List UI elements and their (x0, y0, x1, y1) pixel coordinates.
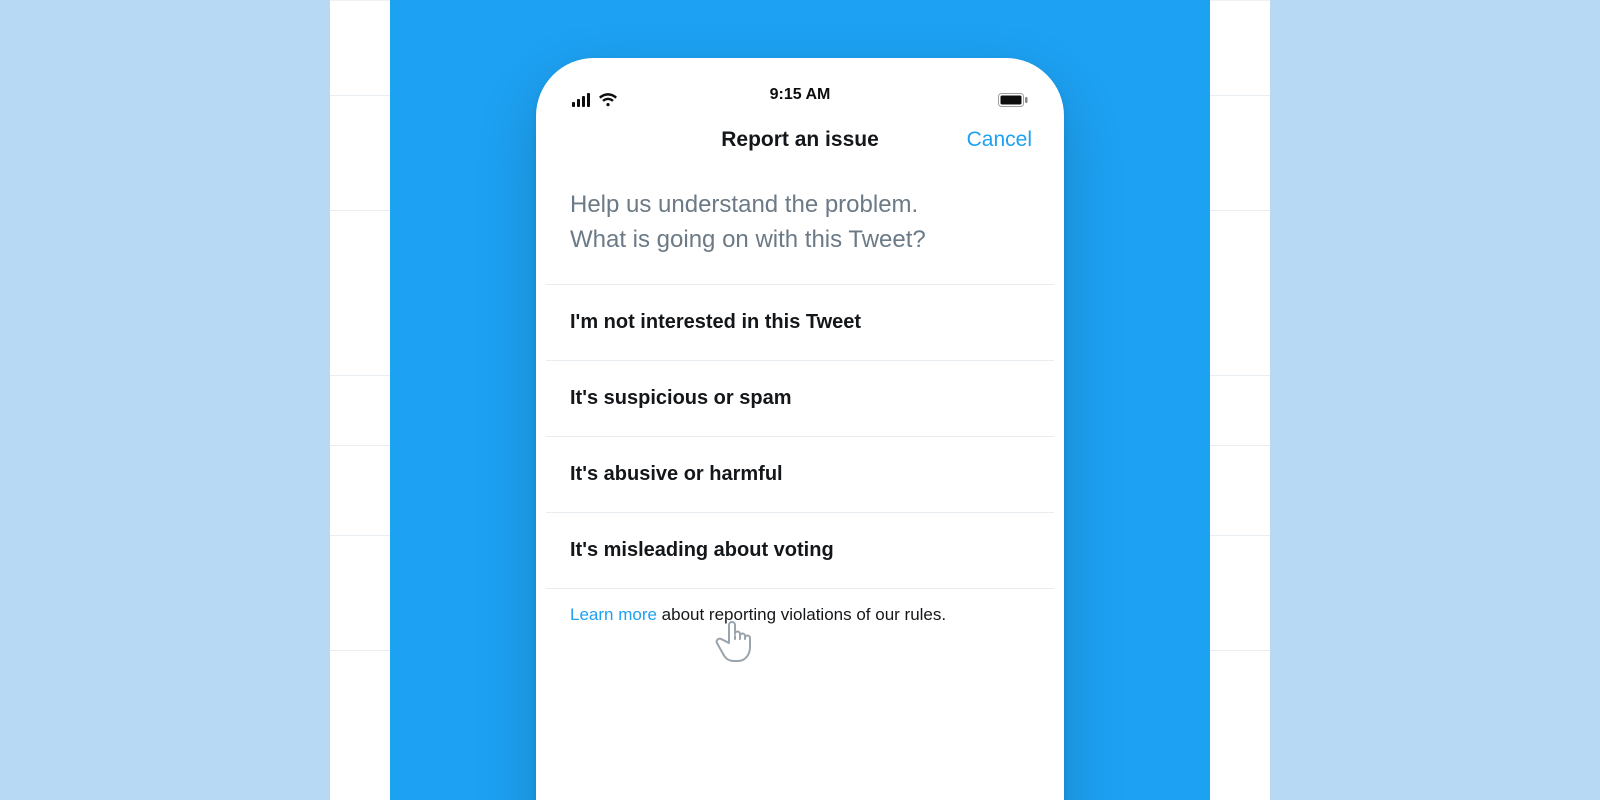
option-label: It's misleading about voting (570, 539, 834, 561)
phone-screen: 9:15 AM Report an issue Cancel Help (546, 68, 1054, 800)
learn-more-footer: Learn more about reporting violations of… (546, 589, 1054, 641)
option-label: I'm not interested in this Tweet (570, 311, 861, 333)
nav-bar: Report an issue Cancel (546, 112, 1054, 168)
stage: 9:15 AM Report an issue Cancel Help (390, 0, 1210, 800)
option-misleading-voting[interactable]: It's misleading about voting (546, 513, 1054, 589)
option-abusive-harmful[interactable]: It's abusive or harmful (546, 437, 1054, 513)
learn-more-text: about reporting violations of our rules. (657, 605, 946, 624)
learn-more-link[interactable]: Learn more (570, 605, 657, 624)
report-options: I'm not interested in this Tweet It's su… (546, 284, 1054, 589)
page-title: Report an issue (721, 128, 879, 152)
prompt-text: Help us understand the problem. What is … (546, 168, 1054, 284)
ios-status-bar: 9:15 AM (546, 68, 1054, 112)
prompt-line: Help us understand the problem. (570, 191, 918, 218)
option-label: It's abusive or harmful (570, 463, 783, 485)
prompt-line: What is going on with this Tweet? (570, 226, 926, 253)
cancel-button[interactable]: Cancel (967, 128, 1032, 152)
option-not-interested[interactable]: I'm not interested in this Tweet (546, 285, 1054, 361)
option-suspicious-spam[interactable]: It's suspicious or spam (546, 361, 1054, 437)
phone-frame: 9:15 AM Report an issue Cancel Help (536, 58, 1064, 800)
option-label: It's suspicious or spam (570, 387, 791, 409)
status-time: 9:15 AM (546, 86, 1054, 104)
